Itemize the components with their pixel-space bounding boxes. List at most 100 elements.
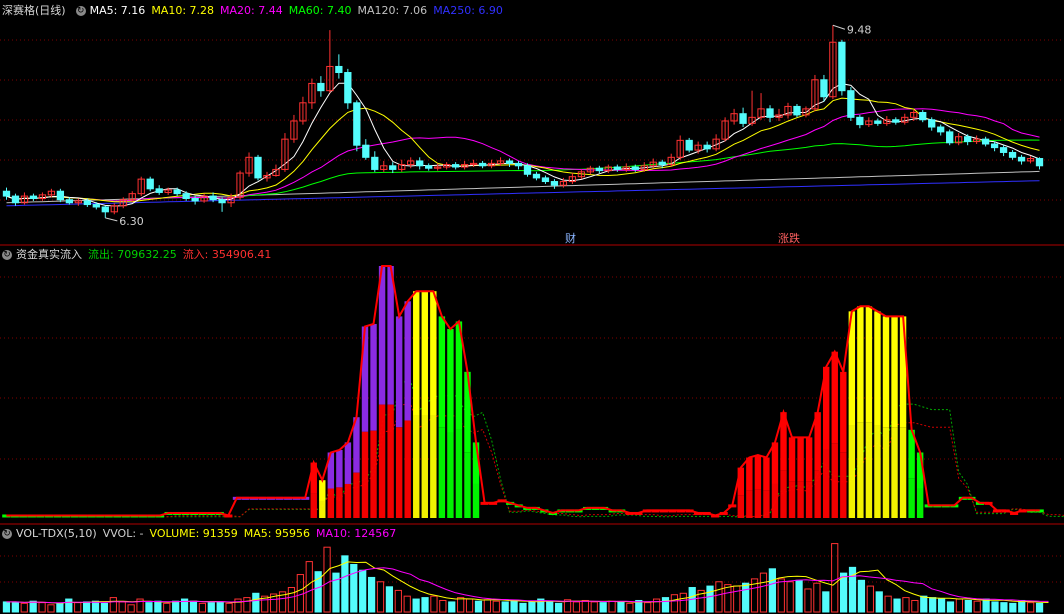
flow-bar xyxy=(430,291,437,416)
volume-bar xyxy=(474,600,483,613)
volume-bar xyxy=(626,602,634,613)
volume-bar xyxy=(359,569,367,613)
volume-bar xyxy=(546,600,554,613)
flow-bar-lower xyxy=(413,415,420,518)
flow-bar xyxy=(754,455,762,490)
candlestick-chart xyxy=(2,24,1044,222)
inflow-readout: 流入: 354906.41 xyxy=(182,248,272,261)
security-title[interactable]: 深赛格(日线) xyxy=(2,3,66,19)
candle-body xyxy=(550,181,559,186)
flow-bar xyxy=(438,316,446,428)
candle-body xyxy=(928,119,936,128)
flow-bar-lower xyxy=(430,415,437,518)
flow-bar-lower xyxy=(823,449,830,518)
volume-readout: VOLUME: 91359 xyxy=(149,527,238,540)
flow-bar-lower xyxy=(916,488,924,518)
candle-body xyxy=(990,143,999,149)
flow-bar xyxy=(404,301,411,421)
event-marker-finance[interactable]: 财 xyxy=(565,231,576,245)
volume-bar xyxy=(47,604,55,613)
candle-body xyxy=(613,166,621,170)
volume-bar xyxy=(287,587,296,613)
flow-bar-lower xyxy=(447,432,454,518)
volume-bar xyxy=(946,601,955,613)
circle-arrow-icon[interactable]: ↻ xyxy=(75,6,86,16)
volume-bar xyxy=(893,598,901,613)
volume-bar xyxy=(29,600,37,613)
candle-body xyxy=(685,139,693,151)
high-pointer xyxy=(832,24,846,30)
candle-body xyxy=(874,120,882,124)
candle-body xyxy=(182,193,190,200)
volume-bar xyxy=(911,599,919,613)
flow-bar-lower xyxy=(472,483,480,518)
volume-bar xyxy=(804,588,812,613)
volume-bar xyxy=(1000,602,1008,613)
candle-body xyxy=(101,206,109,213)
candle-body xyxy=(505,160,514,164)
candle-body xyxy=(425,165,433,169)
flow-bar-lower xyxy=(788,481,796,518)
low-pointer xyxy=(105,217,118,222)
volume-bar xyxy=(483,599,491,613)
volume-bar xyxy=(20,602,28,613)
flow-bar-lower xyxy=(353,472,360,518)
flow-bar-lower xyxy=(805,481,813,518)
volume-bar xyxy=(74,602,82,613)
candle-body xyxy=(1035,158,1044,167)
flow-bar-lower xyxy=(378,404,386,518)
flow-bar xyxy=(805,437,813,482)
flow-bar xyxy=(771,442,779,484)
flow-bar-lower xyxy=(344,483,352,518)
flow-bar xyxy=(413,291,420,416)
candle-body xyxy=(631,166,639,170)
volume-ma5-line xyxy=(6,561,1049,604)
flow-bar xyxy=(840,371,847,453)
volume-bar xyxy=(831,543,839,613)
stock-chart-canvas[interactable]: 9.48 6.30 财 涨跌 xyxy=(0,0,1064,614)
volume-bar xyxy=(56,602,64,613)
candle-body xyxy=(964,136,972,143)
volume-bar xyxy=(38,602,46,613)
volume-bar xyxy=(839,572,848,613)
candle-body xyxy=(155,188,163,193)
event-marker-price-change[interactable]: 涨跌 xyxy=(778,231,800,245)
flow-indicator-title[interactable]: 资金真实流入 xyxy=(16,247,82,263)
candle-body xyxy=(946,131,954,144)
volume-indicator-title[interactable]: VOL-TDX(5,10) xyxy=(16,526,97,542)
volume-bar xyxy=(813,582,821,613)
capital-flow-chart xyxy=(2,265,1064,518)
volume-bar xyxy=(457,597,465,613)
flow-bar xyxy=(447,329,454,433)
candle-body xyxy=(595,167,603,172)
candle-body xyxy=(1008,151,1017,158)
volume-bar xyxy=(198,602,207,613)
flow-bar xyxy=(797,437,804,482)
volume-bar xyxy=(964,599,972,613)
candle-body xyxy=(793,105,801,116)
volume-bar xyxy=(866,585,874,613)
candle-body xyxy=(335,65,343,74)
ma5-readout: MA5: 7.16 xyxy=(89,4,146,17)
volume-bar xyxy=(11,601,19,613)
ma10-readout: MA10: 7.28 xyxy=(151,4,215,17)
volume-bar xyxy=(252,592,260,613)
volume-bar xyxy=(82,601,91,613)
volume-bar xyxy=(1018,599,1026,613)
ma60-readout: MA60: 7.40 xyxy=(288,4,352,17)
volume-bar xyxy=(154,600,162,613)
flow-bar xyxy=(344,442,352,484)
volume-bar xyxy=(937,598,946,613)
circle-arrow-icon[interactable]: ↻ xyxy=(2,250,12,260)
candle-body xyxy=(739,113,747,124)
volume-bar xyxy=(65,598,73,613)
volume-bar xyxy=(759,572,768,613)
flow-bar-lower xyxy=(395,427,403,518)
volume-bar xyxy=(955,598,964,613)
ma20-readout: MA20: 7.44 xyxy=(220,4,283,17)
flow-bar xyxy=(387,266,394,405)
outflow-readout: 流出: 709632.25 xyxy=(88,248,177,261)
circle-arrow-icon[interactable]: ↻ xyxy=(2,529,12,539)
candle-body xyxy=(362,144,370,158)
candle-body xyxy=(523,165,532,175)
